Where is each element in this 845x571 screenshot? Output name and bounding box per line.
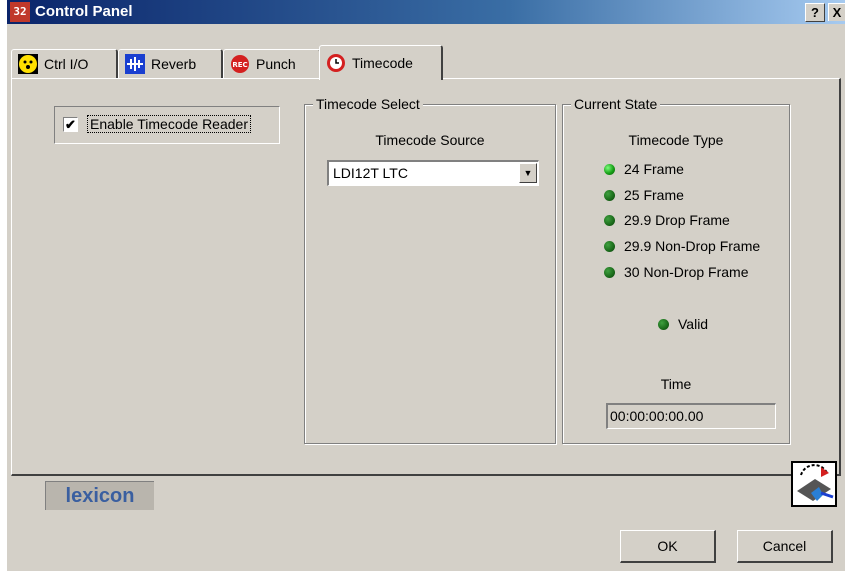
- led-24-frame: [604, 164, 615, 175]
- type-25-frame: 25 Frame: [624, 187, 684, 203]
- led-29-9-non-drop: [604, 241, 615, 252]
- type-30-non-drop: 30 Non-Drop Frame: [624, 264, 749, 280]
- tab-label: Timecode: [352, 55, 413, 71]
- valid-label: Valid: [678, 316, 709, 332]
- reverb-icon: [125, 54, 145, 74]
- window-title: Control Panel: [35, 3, 133, 20]
- lexicon-logo: lexicon: [45, 481, 154, 510]
- led-30-non-drop: [604, 267, 615, 278]
- rec-icon: REC: [230, 54, 250, 74]
- group-title: Current State: [571, 96, 661, 112]
- time-display: 00:00:00:00.00: [606, 403, 776, 429]
- tab-reverb[interactable]: Reverb: [118, 49, 223, 78]
- led-25-frame: [604, 190, 615, 201]
- enable-reader-label[interactable]: Enable Timecode Reader: [87, 115, 251, 133]
- timecode-source-select[interactable]: LDI12T LTC ▼: [327, 160, 539, 186]
- tab-timecode[interactable]: Timecode: [319, 45, 443, 80]
- cancel-button[interactable]: Cancel: [737, 530, 833, 563]
- title-bar[interactable]: 32 Control Panel ? X: [7, 0, 845, 24]
- type-29-9-drop: 29.9 Drop Frame: [624, 212, 730, 228]
- tab-punch[interactable]: REC Punch: [223, 49, 321, 78]
- tab-ctrl-io[interactable]: Ctrl I/O: [11, 49, 118, 78]
- enable-reader-checkbox[interactable]: ✔: [63, 117, 78, 132]
- svg-text:REC: REC: [232, 61, 247, 69]
- type-24-frame: 24 Frame: [624, 161, 684, 177]
- control-panel-window: 32 Control Panel ? X Ctrl I/O Reverb REC…: [7, 0, 845, 571]
- timecode-source-label: Timecode Source: [375, 132, 485, 148]
- app-icon: 32: [10, 2, 30, 22]
- tab-label: Punch: [256, 56, 296, 72]
- ok-button[interactable]: OK: [620, 530, 716, 563]
- group-title: Timecode Select: [313, 96, 423, 112]
- tab-label: Reverb: [151, 56, 197, 72]
- close-button[interactable]: X: [828, 3, 845, 21]
- led-valid: [658, 319, 669, 330]
- clock-icon: [326, 53, 346, 73]
- help-button[interactable]: ?: [805, 3, 825, 22]
- timecode-select-group: Timecode Select: [304, 96, 556, 444]
- timecode-type-label: Timecode Type: [628, 132, 724, 148]
- timecode-source-value: LDI12T LTC: [333, 165, 408, 181]
- timecode-app-icon: [791, 461, 837, 507]
- time-label: Time: [660, 376, 692, 392]
- type-29-9-non-drop: 29.9 Non-Drop Frame: [624, 238, 761, 254]
- tab-label: Ctrl I/O: [44, 56, 89, 72]
- dropdown-arrow-icon[interactable]: ▼: [519, 163, 537, 183]
- led-29-9-drop: [604, 215, 615, 226]
- smiley-icon: [18, 54, 38, 74]
